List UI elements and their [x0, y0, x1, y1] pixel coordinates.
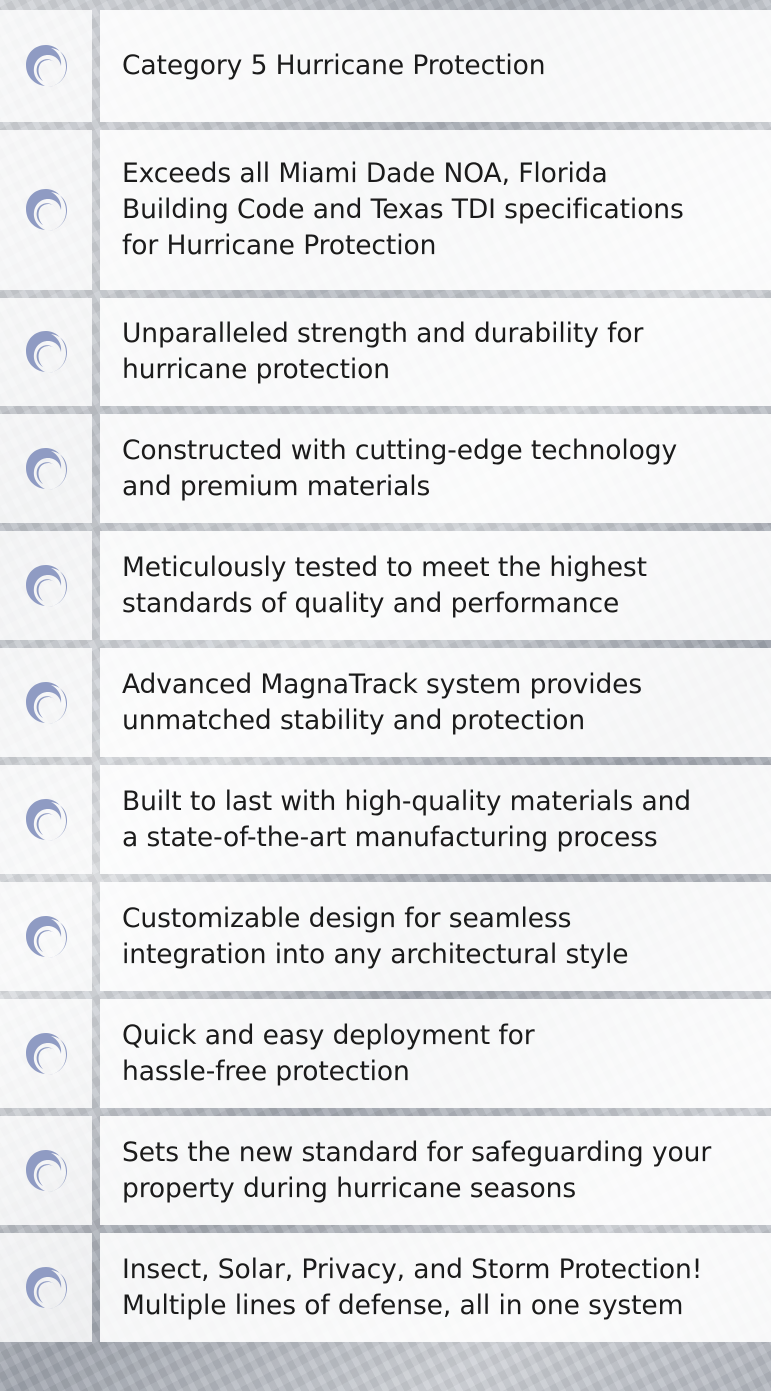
- feature-text: Quick and easy deployment for hassle-fre…: [122, 1019, 535, 1087]
- feature-row-7: Built to last with high-quality material…: [0, 765, 771, 874]
- feature-row-11: Insect, Solar, Privacy, and Storm Protec…: [0, 1233, 771, 1342]
- hurricane-icon: [21, 795, 71, 845]
- hurricane-icon: [21, 561, 71, 611]
- feature-text-cell: Meticulously tested to meet the highest …: [100, 531, 771, 640]
- feature-icon-cell: [0, 648, 92, 757]
- feature-text-cell: Constructed with cutting-edge technology…: [100, 414, 771, 523]
- hurricane-icon: [21, 1146, 71, 1196]
- feature-row-3: Unparalleled strength and durability for…: [0, 298, 771, 406]
- feature-text-cell: Exceeds all Miami Dade NOA, Florida Buil…: [100, 130, 771, 290]
- hurricane-icon: [21, 1029, 71, 1079]
- feature-row-8: Customizable design for seamless integra…: [0, 882, 771, 991]
- feature-text: Advanced MagnaTrack system provides unma…: [122, 668, 643, 736]
- feature-icon-cell: [0, 1233, 92, 1342]
- feature-row-2: Exceeds all Miami Dade NOA, Florida Buil…: [0, 130, 771, 290]
- feature-icon-cell: [0, 298, 92, 406]
- hurricane-icon: [21, 678, 71, 728]
- feature-icon-cell: [0, 10, 92, 122]
- feature-icon-cell: [0, 130, 92, 290]
- feature-row-5: Meticulously tested to meet the highest …: [0, 531, 771, 640]
- hurricane-icon: [21, 41, 71, 91]
- hurricane-icon: [21, 912, 71, 962]
- hurricane-icon: [21, 185, 71, 235]
- feature-icon-cell: [0, 531, 92, 640]
- feature-row-9: Quick and easy deployment for hassle-fre…: [0, 999, 771, 1108]
- feature-text: Exceeds all Miami Dade NOA, Florida Buil…: [122, 158, 684, 261]
- feature-text-cell: Customizable design for seamless integra…: [100, 882, 771, 991]
- feature-row-4: Constructed with cutting-edge technology…: [0, 414, 771, 523]
- feature-text: Meticulously tested to meet the highest …: [122, 551, 647, 619]
- feature-text-cell: Unparalleled strength and durability for…: [100, 298, 771, 406]
- hurricane-icon: [21, 1263, 71, 1313]
- feature-icon-cell: [0, 999, 92, 1108]
- feature-text: Customizable design for seamless integra…: [122, 902, 629, 970]
- feature-icon-cell: [0, 414, 92, 523]
- hurricane-icon: [21, 444, 71, 494]
- feature-text-cell: Sets the new standard for safeguarding y…: [100, 1116, 771, 1225]
- feature-icon-cell: [0, 882, 92, 991]
- feature-text: Built to last with high-quality material…: [122, 785, 692, 853]
- feature-text: Insect, Solar, Privacy, and Storm Protec…: [122, 1253, 703, 1321]
- feature-text-cell: Quick and easy deployment for hassle-fre…: [100, 999, 771, 1108]
- feature-list: Category 5 Hurricane Protection Exceeds …: [0, 10, 771, 1391]
- feature-icon-cell: [0, 765, 92, 874]
- feature-text-cell: Insect, Solar, Privacy, and Storm Protec…: [100, 1233, 771, 1342]
- feature-text-cell: Built to last with high-quality material…: [100, 765, 771, 874]
- feature-text-cell: Category 5 Hurricane Protection: [100, 10, 771, 122]
- feature-text: Sets the new standard for safeguarding y…: [122, 1136, 712, 1204]
- hurricane-icon: [21, 327, 71, 377]
- feature-row-10: Sets the new standard for safeguarding y…: [0, 1116, 771, 1225]
- feature-text: Constructed with cutting-edge technology…: [122, 434, 678, 502]
- feature-text: Unparalleled strength and durability for…: [122, 318, 644, 385]
- feature-text-cell: Advanced MagnaTrack system provides unma…: [100, 648, 771, 757]
- feature-icon-cell: [0, 1116, 92, 1225]
- feature-row-1: Category 5 Hurricane Protection: [0, 10, 771, 122]
- feature-text: Category 5 Hurricane Protection: [122, 50, 546, 81]
- feature-row-6: Advanced MagnaTrack system provides unma…: [0, 648, 771, 757]
